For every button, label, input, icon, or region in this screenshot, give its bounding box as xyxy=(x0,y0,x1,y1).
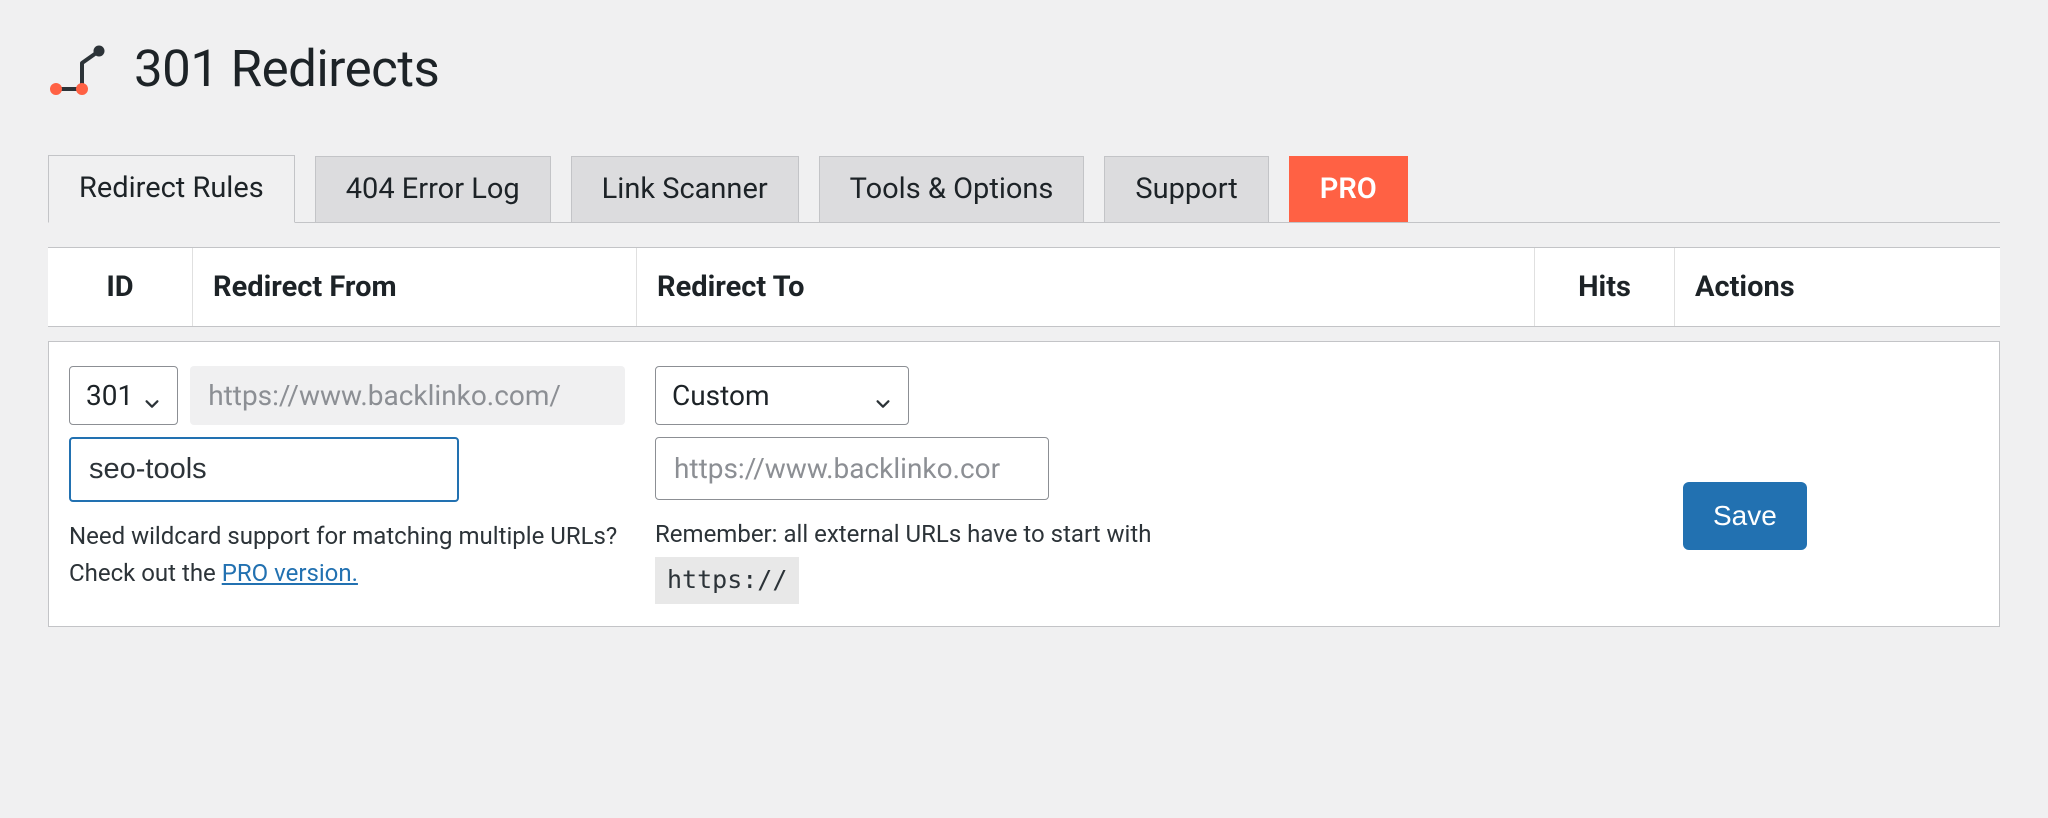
chevron-down-icon xyxy=(143,387,161,405)
redirect-type-select[interactable]: 301 xyxy=(69,366,178,425)
page-title: 301 Redirects xyxy=(134,40,439,99)
https-code-chip: https:// xyxy=(655,557,799,604)
redirect-from-path-input[interactable] xyxy=(69,437,459,502)
redirect-row: 301 https://www.backlinko.com/ Need wild… xyxy=(48,341,2000,627)
tab-redirect-rules[interactable]: Redirect Rules xyxy=(48,155,295,223)
col-redirect-from: Redirect From xyxy=(193,248,637,326)
redirect-to-type-select[interactable]: Custom xyxy=(655,366,909,425)
to-hint: Remember: all external URLs have to star… xyxy=(655,516,1653,604)
redirects-logo-icon xyxy=(48,44,110,96)
tab-support[interactable]: Support xyxy=(1104,156,1268,222)
from-hint: Need wildcard support for matching multi… xyxy=(69,518,625,592)
base-url-display: https://www.backlinko.com/ xyxy=(190,366,625,425)
tab-pro[interactable]: PRO xyxy=(1289,156,1408,222)
redirect-to-url-input[interactable]: https://www.backlinko.cor xyxy=(655,437,1049,500)
tab-link-scanner[interactable]: Link Scanner xyxy=(571,156,799,222)
redirect-to-type-value: Custom xyxy=(672,379,770,412)
col-actions: Actions xyxy=(1675,248,2000,326)
tab-404-error-log[interactable]: 404 Error Log xyxy=(315,156,551,222)
col-redirect-to: Redirect To xyxy=(637,248,1535,326)
page-header: 301 Redirects xyxy=(48,40,2000,99)
tab-bar: Redirect Rules 404 Error Log Link Scanne… xyxy=(48,155,2000,223)
save-button[interactable]: Save xyxy=(1683,482,1807,550)
col-id: ID xyxy=(48,248,193,326)
tab-tools-options[interactable]: Tools & Options xyxy=(819,156,1085,222)
pro-version-link[interactable]: PRO version. xyxy=(222,559,358,587)
col-hits: Hits xyxy=(1535,248,1675,326)
table-header: ID Redirect From Redirect To Hits Action… xyxy=(48,247,2000,327)
redirect-type-value: 301 xyxy=(86,379,133,412)
redirects-table: ID Redirect From Redirect To Hits Action… xyxy=(48,247,2000,627)
chevron-down-icon xyxy=(874,387,892,405)
